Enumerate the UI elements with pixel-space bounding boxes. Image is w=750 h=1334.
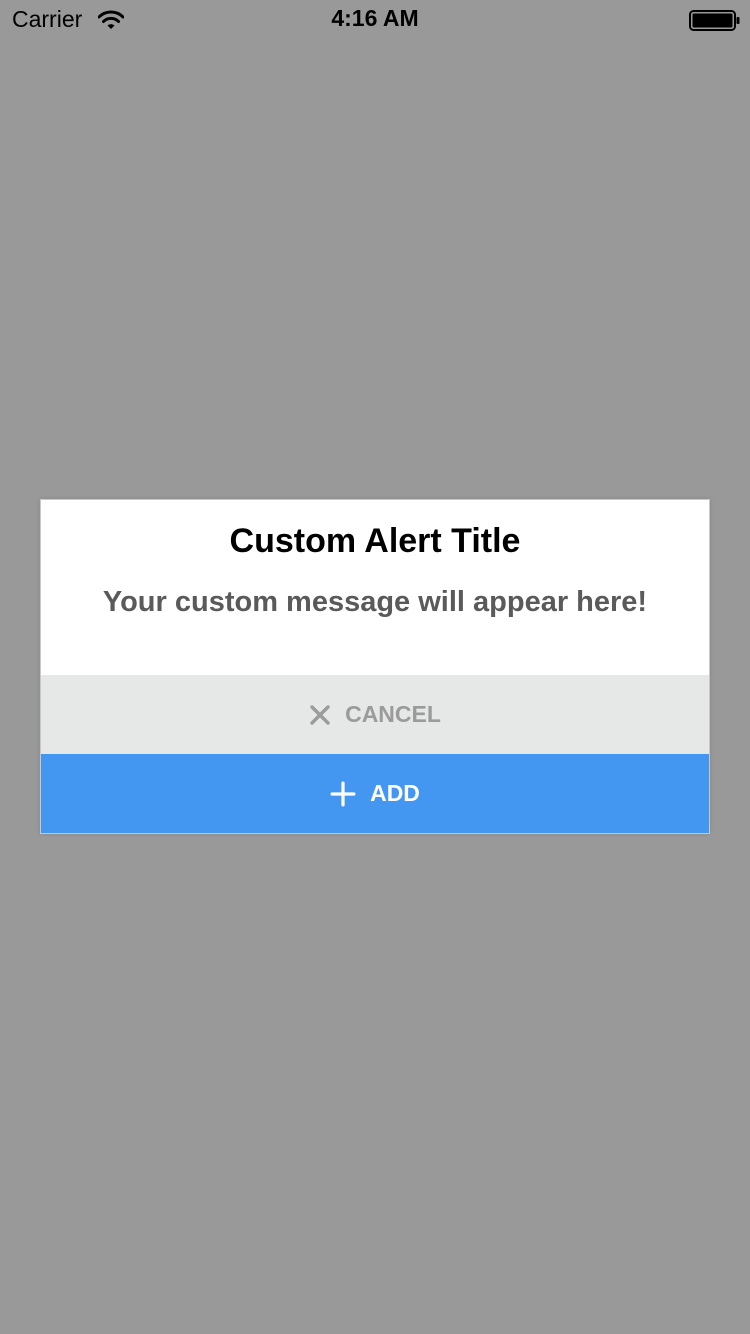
status-bar: Carrier 4:16 AM xyxy=(0,0,750,40)
cancel-button-label: CANCEL xyxy=(345,701,441,727)
battery-full-icon xyxy=(689,10,740,31)
cancel-button[interactable]: CANCEL xyxy=(41,675,709,754)
custom-alert-dialog: Custom Alert Title Your custom message w… xyxy=(40,499,710,834)
close-icon xyxy=(310,704,330,725)
alert-title: Custom Alert Title xyxy=(229,522,521,560)
add-button-label: ADD xyxy=(370,780,420,806)
plus-icon xyxy=(330,781,356,806)
alert-message: Your custom message will appear here! xyxy=(102,586,648,618)
add-button[interactable]: ADD xyxy=(41,754,709,833)
status-time: 4:16 AM xyxy=(331,5,419,31)
